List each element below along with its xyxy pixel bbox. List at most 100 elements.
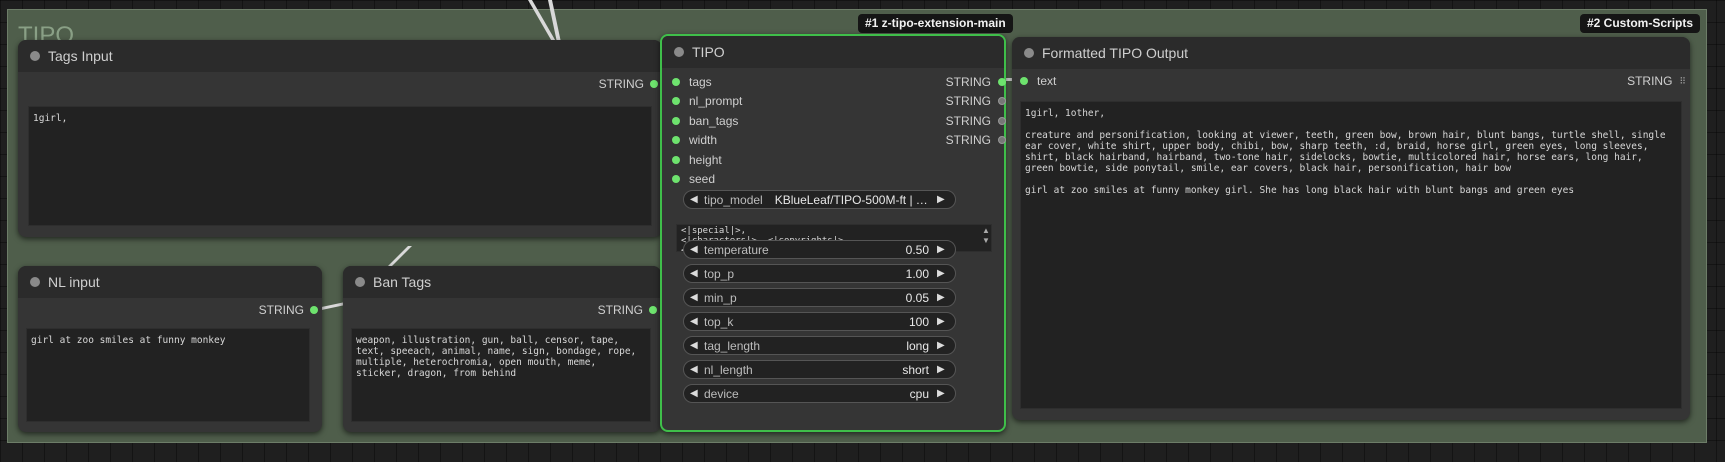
arrow-right-icon[interactable]: ▶ bbox=[937, 292, 949, 303]
collapse-dot-icon[interactable] bbox=[30, 51, 40, 61]
input-socket[interactable] bbox=[672, 156, 680, 164]
widget-label: min_p bbox=[704, 290, 737, 305]
output-socket[interactable] bbox=[649, 306, 657, 314]
input-nl-prompt[interactable]: nl_prompt bbox=[672, 93, 742, 109]
widget-label: device bbox=[704, 386, 739, 401]
widget-device[interactable]: ◀ device cpu ▶ bbox=[683, 384, 956, 403]
node-header[interactable]: TIPO bbox=[662, 36, 1004, 68]
output-label: STRING bbox=[945, 75, 991, 89]
node-title: Tags Input bbox=[48, 48, 113, 64]
widget-label: top_k bbox=[704, 314, 734, 329]
input-label: text bbox=[1037, 74, 1057, 88]
node-nl-input[interactable]: NL input STRING girl at zoo smiles at fu… bbox=[18, 266, 322, 432]
output-socket[interactable] bbox=[998, 136, 1006, 144]
node-header[interactable]: Formatted TIPO Output bbox=[1012, 37, 1690, 69]
output-string-1[interactable]: STRING bbox=[946, 93, 1006, 109]
widget-value: 100 bbox=[908, 314, 929, 329]
arrow-right-icon[interactable]: ▶ bbox=[937, 268, 949, 279]
arrow-right-icon[interactable]: ▶ bbox=[937, 316, 949, 327]
widget-min-p[interactable]: ◀ min_p 0.05 ▶ bbox=[683, 288, 956, 307]
tags-textarea[interactable]: 1girl, bbox=[28, 106, 652, 226]
input-socket[interactable] bbox=[1020, 77, 1028, 85]
output-string[interactable]: STRING bbox=[259, 302, 324, 318]
arrow-left-icon[interactable]: ◀ bbox=[690, 292, 702, 303]
tipo-model-combo[interactable]: ◀ tipo_model KBlueLeaf/TIPO-500M-ft | TI… bbox=[683, 190, 956, 209]
arrow-right-icon[interactable]: ▶ bbox=[937, 388, 949, 399]
output-socket[interactable] bbox=[998, 117, 1006, 125]
output-string[interactable]: STRING bbox=[598, 302, 663, 318]
input-tags[interactable]: tags bbox=[672, 74, 712, 90]
grid-handle-icon[interactable]: ⠿ bbox=[1679, 73, 1686, 89]
arrow-right-icon[interactable]: ▶ bbox=[937, 244, 949, 255]
widget-value: 1.00 bbox=[905, 266, 929, 281]
widget-label: tipo_model bbox=[704, 192, 763, 207]
node-ban-tags[interactable]: Ban Tags STRING weapon, illustration, gu… bbox=[343, 266, 661, 432]
node-header[interactable]: Ban Tags bbox=[343, 266, 661, 298]
node-title: Formatted TIPO Output bbox=[1042, 45, 1189, 61]
input-label: tags bbox=[689, 75, 712, 89]
collapse-dot-icon[interactable] bbox=[1024, 48, 1034, 58]
node-tipo[interactable]: TIPO tags nl_prompt ban_tags width heigh… bbox=[660, 34, 1006, 432]
input-label: seed bbox=[689, 172, 716, 186]
output-label: STRING bbox=[945, 133, 991, 147]
widget-label: nl_length bbox=[704, 362, 753, 377]
arrow-right-icon[interactable]: ▶ bbox=[937, 364, 949, 375]
output-socket[interactable] bbox=[998, 97, 1006, 105]
arrow-left-icon[interactable]: ◀ bbox=[690, 316, 702, 327]
output-string[interactable]: STRING bbox=[599, 76, 664, 92]
arrow-left-icon[interactable]: ◀ bbox=[690, 340, 702, 351]
arrow-left-icon[interactable]: ◀ bbox=[690, 244, 702, 255]
widget-value: KBlueLeaf/TIPO-500M-ft | TIPO-... bbox=[774, 192, 929, 207]
input-label: width bbox=[689, 133, 718, 147]
arrow-left-icon[interactable]: ◀ bbox=[690, 268, 702, 279]
output-string-3[interactable]: STRING bbox=[946, 132, 1006, 148]
arrow-left-icon[interactable]: ◀ bbox=[690, 194, 702, 205]
scroll-arrows-icon[interactable]: ▲ ▼ bbox=[982, 226, 990, 246]
input-width[interactable]: width bbox=[672, 132, 717, 148]
input-seed[interactable]: seed bbox=[672, 171, 715, 187]
output-string-2[interactable]: STRING bbox=[946, 113, 1006, 129]
arrow-right-icon[interactable]: ▶ bbox=[937, 340, 949, 351]
arrow-right-icon[interactable]: ▶ bbox=[937, 194, 949, 205]
output-socket[interactable] bbox=[998, 78, 1006, 86]
node-header[interactable]: NL input bbox=[18, 266, 322, 298]
input-label: ban_tags bbox=[689, 114, 739, 128]
formatted-textarea[interactable]: 1girl, 1other, creature and personificat… bbox=[1020, 101, 1682, 409]
arrow-left-icon[interactable]: ◀ bbox=[690, 364, 702, 375]
nl-textarea[interactable]: girl at zoo smiles at funny monkey bbox=[26, 328, 310, 422]
input-socket[interactable] bbox=[672, 136, 680, 144]
widget-value: 0.05 bbox=[905, 290, 929, 305]
input-text[interactable]: text bbox=[1020, 73, 1056, 89]
output-label: STRING bbox=[258, 303, 304, 317]
input-socket[interactable] bbox=[672, 117, 680, 125]
node-formatted-output[interactable]: Formatted TIPO Output text STRING ⠿ 1girl… bbox=[1012, 37, 1690, 420]
widget-nl-length[interactable]: ◀ nl_length short ▶ bbox=[683, 360, 956, 379]
widget-value: cpu bbox=[909, 386, 929, 401]
input-socket[interactable] bbox=[672, 78, 680, 86]
collapse-dot-icon[interactable] bbox=[355, 277, 365, 287]
output-socket[interactable] bbox=[650, 80, 658, 88]
input-ban-tags[interactable]: ban_tags bbox=[672, 113, 738, 129]
node-title: Ban Tags bbox=[373, 274, 432, 290]
widget-tag-length[interactable]: ◀ tag_length long ▶ bbox=[683, 336, 956, 355]
arrow-left-icon[interactable]: ◀ bbox=[690, 388, 702, 399]
widget-label: top_p bbox=[704, 266, 735, 281]
widget-top-p[interactable]: ◀ top_p 1.00 ▶ bbox=[683, 264, 956, 283]
ban-tags-textarea[interactable]: weapon, illustration, gun, ball, censor,… bbox=[351, 328, 651, 422]
widget-temperature[interactable]: ◀ temperature 0.50 ▶ bbox=[683, 240, 956, 259]
collapse-dot-icon[interactable] bbox=[674, 47, 684, 57]
input-socket[interactable] bbox=[672, 97, 680, 105]
widget-label: tag_length bbox=[704, 338, 761, 353]
output-socket[interactable] bbox=[310, 306, 318, 314]
output-string-0[interactable]: STRING bbox=[946, 74, 1006, 90]
output-string[interactable]: STRING ⠿ bbox=[1627, 73, 1686, 89]
input-socket[interactable] bbox=[672, 175, 680, 183]
input-height[interactable]: height bbox=[672, 152, 722, 168]
node-tags-input[interactable]: Tags Input STRING 1girl, bbox=[18, 40, 662, 237]
node-header[interactable]: Tags Input bbox=[18, 40, 662, 72]
output-label: STRING bbox=[1627, 74, 1673, 88]
widget-top-k[interactable]: ◀ top_k 100 ▶ bbox=[683, 312, 956, 331]
widget-label: temperature bbox=[704, 242, 769, 257]
widget-value: long bbox=[906, 338, 929, 353]
collapse-dot-icon[interactable] bbox=[30, 277, 40, 287]
